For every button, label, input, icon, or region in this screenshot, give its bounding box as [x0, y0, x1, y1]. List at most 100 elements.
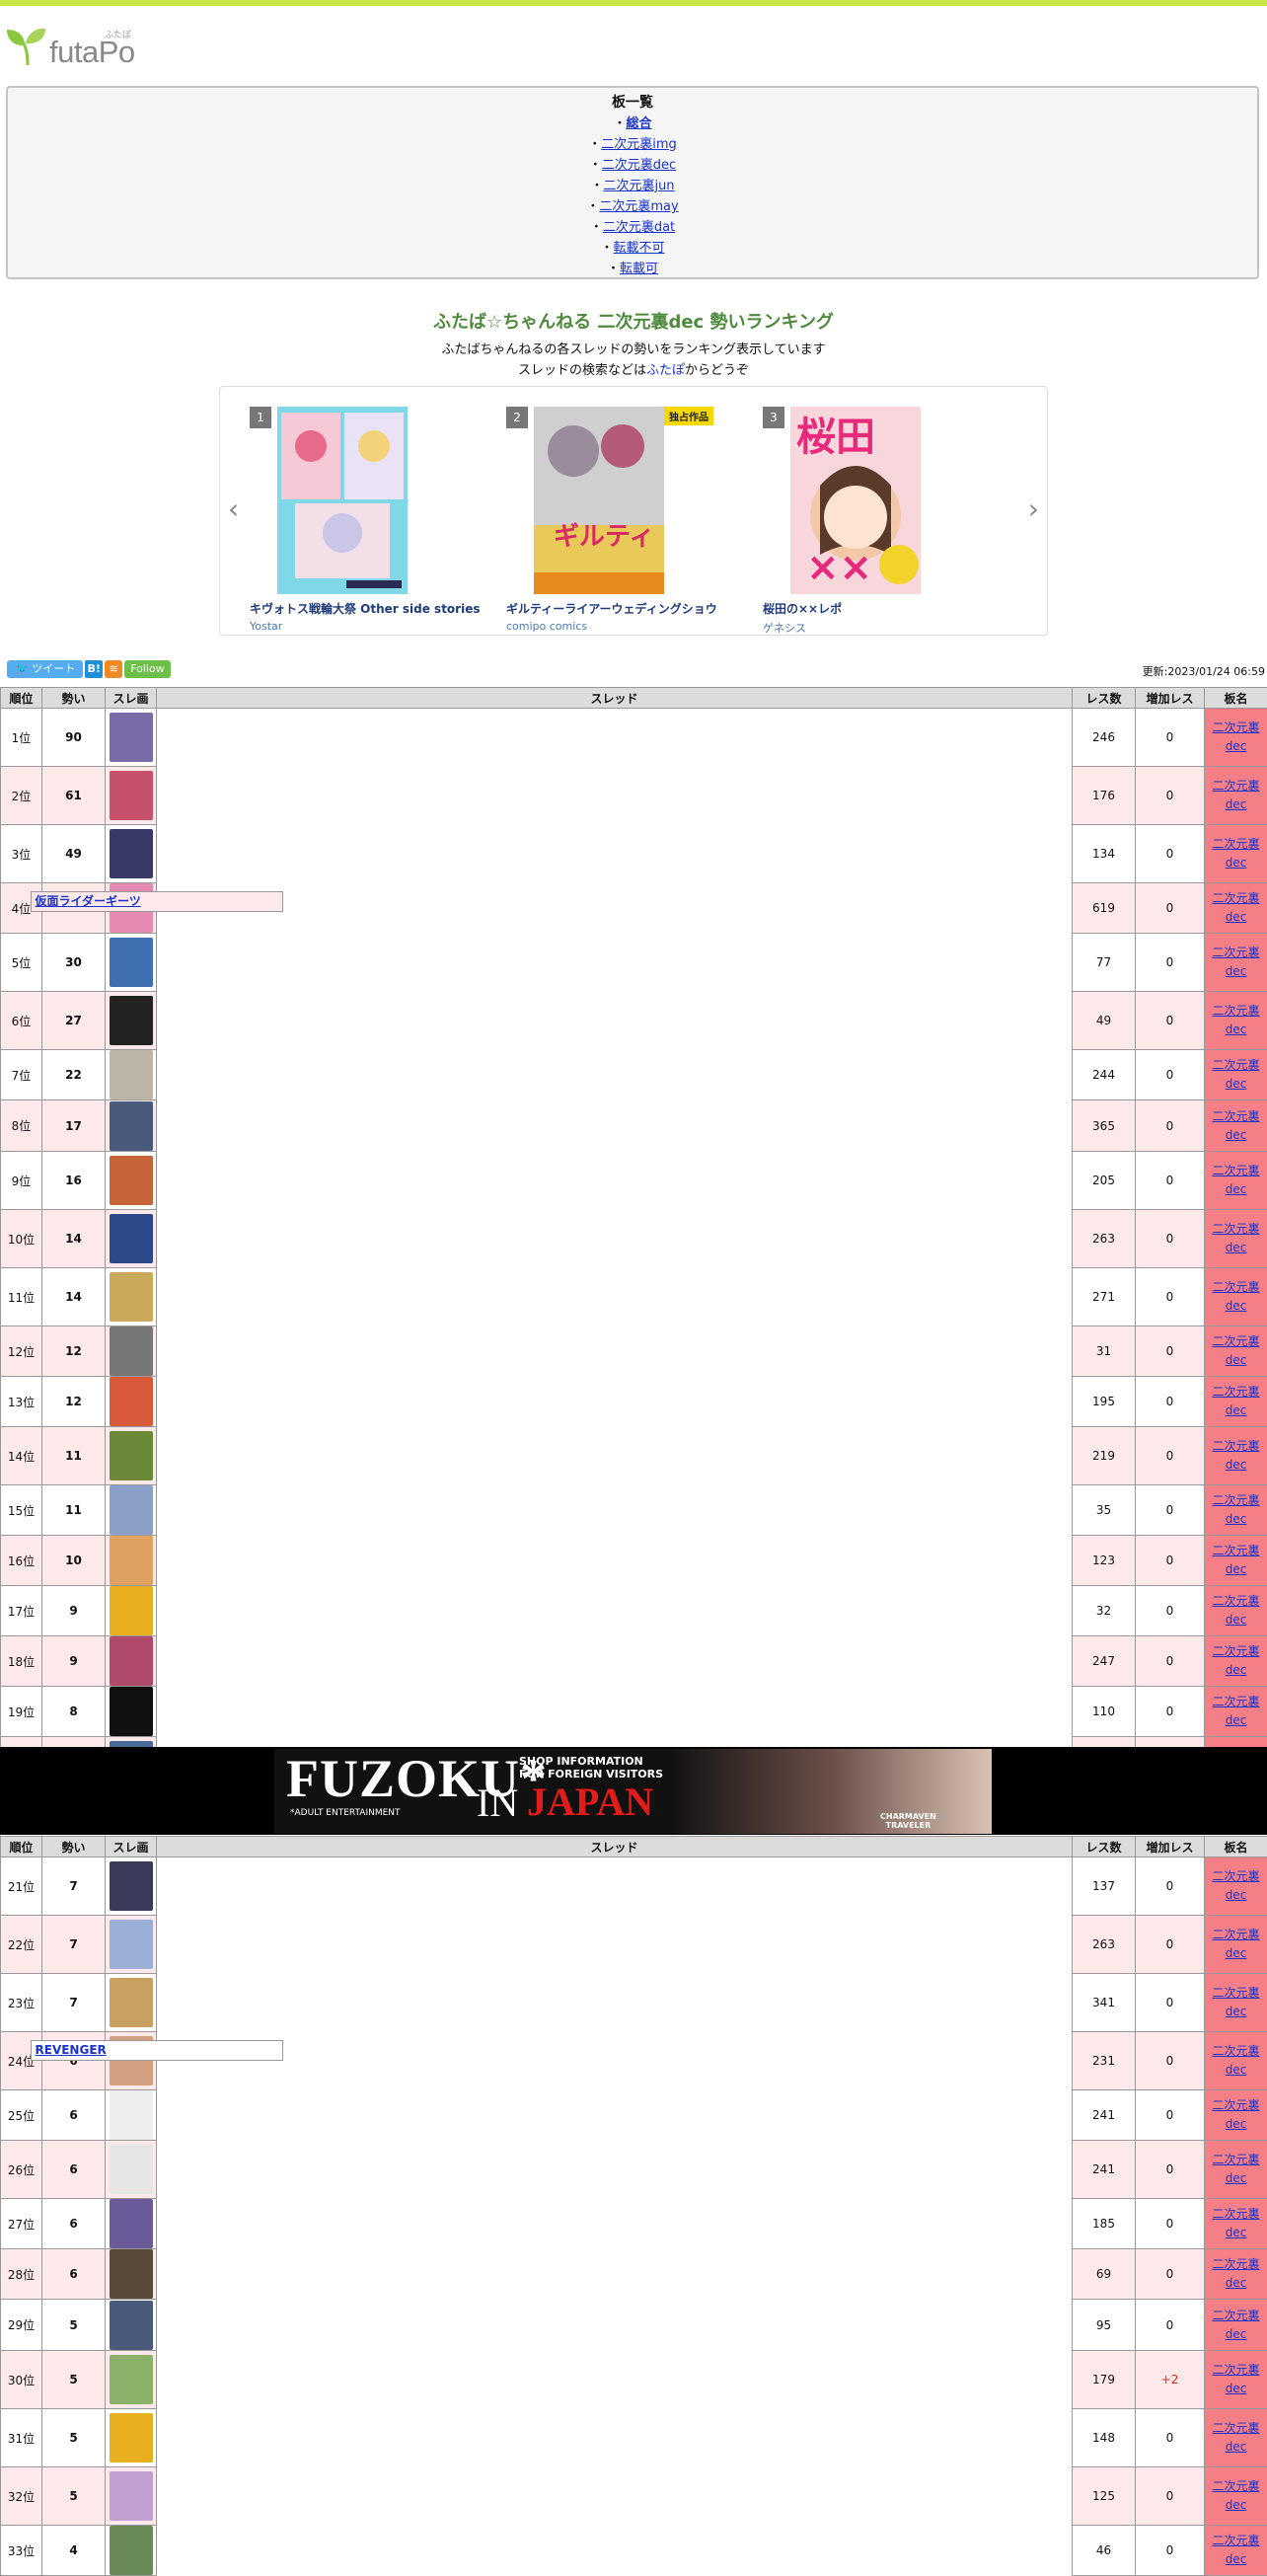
thread-thumbnail[interactable]: [110, 1050, 153, 1099]
board-name-link[interactable]: 二次元裏dec: [1212, 2098, 1259, 2131]
board-link-dat[interactable]: 二次元裏dat: [603, 220, 675, 235]
board-name-link[interactable]: 二次元裏dec: [1212, 2309, 1259, 2341]
ad-banner[interactable]: FUZOKU* SHOP INFORMATION FOR FOREIGN VIS…: [274, 1749, 992, 1834]
thread-thumbnail[interactable]: [110, 1636, 153, 1686]
board-name-link[interactable]: 二次元裏dec: [1212, 1695, 1259, 1727]
thread-thumbnail[interactable]: [110, 1156, 153, 1205]
board-cell: 二次元裏dec: [1205, 709, 1267, 767]
board-cell: 二次元裏dec: [1205, 1485, 1267, 1536]
board-name-link[interactable]: 二次元裏dec: [1212, 1385, 1259, 1417]
board-name-link[interactable]: 二次元裏dec: [1212, 1644, 1259, 1677]
thread-thumbnail[interactable]: [110, 1214, 153, 1263]
thread-thumbnail[interactable]: [110, 1861, 153, 1911]
thread-thumbnail[interactable]: [110, 1101, 153, 1151]
board-name-link[interactable]: 二次元裏dec: [1212, 2479, 1259, 2512]
board-name-link[interactable]: 二次元裏dec: [1212, 946, 1259, 978]
board-name-link[interactable]: 二次元裏dec: [1212, 1222, 1259, 1254]
board-name-link[interactable]: 二次元裏dec: [1212, 1334, 1259, 1367]
rss-icon[interactable]: ≋: [105, 660, 122, 678]
board-name-link[interactable]: 二次元裏dec: [1212, 1280, 1259, 1313]
thread-thumbnail[interactable]: [110, 2526, 153, 2575]
thread-thumbnail[interactable]: [110, 1586, 153, 1635]
feedly-follow-button[interactable]: Follow: [124, 660, 171, 678]
thread-thumbnail[interactable]: [110, 713, 153, 762]
board-name-link[interactable]: 二次元裏dec: [1212, 720, 1259, 753]
futapo-link[interactable]: ふたぽ: [646, 363, 685, 378]
board-name-link[interactable]: 二次元裏dec: [1212, 891, 1259, 924]
carousel-item-publisher: comipo comics: [506, 620, 587, 633]
board-name-link[interactable]: 二次元裏dec: [1212, 2421, 1259, 2454]
thread-thumbnail[interactable]: [110, 1485, 153, 1535]
carousel-next-icon[interactable]: ›: [1028, 495, 1039, 523]
thread-thumbnail[interactable]: [110, 1431, 153, 1480]
board-name-link[interactable]: 二次元裏dec: [1212, 837, 1259, 870]
thread-thumbnail[interactable]: [110, 771, 153, 820]
carousel-prev-icon[interactable]: ‹: [228, 495, 239, 523]
thread-thumbnail[interactable]: [110, 1326, 153, 1376]
col-ikioi[interactable]: 勢い: [42, 688, 106, 709]
thread-thumbnail[interactable]: [110, 996, 153, 1045]
board-name-link[interactable]: 二次元裏dec: [1212, 2363, 1259, 2395]
col-thread[interactable]: スレッド: [157, 1837, 1073, 1857]
board-name-link[interactable]: 二次元裏dec: [1212, 1986, 1259, 2018]
board-name-link[interactable]: 二次元裏dec: [1212, 2044, 1259, 2077]
board-link-may[interactable]: 二次元裏may: [599, 199, 678, 214]
thread-thumbnail[interactable]: [110, 2301, 153, 2350]
thread-thumbnail[interactable]: [110, 1978, 153, 2027]
tweet-button[interactable]: 🐦 ツイート: [7, 660, 83, 678]
board-link-jun[interactable]: 二次元裏jun: [603, 179, 674, 193]
board-link-img[interactable]: 二次元裏img: [601, 137, 677, 152]
board-name-link[interactable]: 二次元裏dec: [1212, 1109, 1259, 1142]
board-name-link[interactable]: 二次元裏dec: [1212, 1544, 1259, 1576]
board-name-link[interactable]: 二次元裏dec: [1212, 2257, 1259, 2290]
board-name-link[interactable]: 二次元裏dec: [1212, 1869, 1259, 1902]
increase-cell: 0: [1136, 1427, 1205, 1485]
col-rank[interactable]: 順位: [1, 1837, 42, 1857]
col-ikioi[interactable]: 勢い: [42, 1837, 106, 1857]
thumb-cell: [106, 2409, 157, 2467]
thread-thumbnail[interactable]: [110, 2090, 153, 2140]
board-name-link[interactable]: 二次元裏dec: [1212, 2153, 1259, 2185]
board-name-link[interactable]: 二次元裏dec: [1212, 1594, 1259, 1627]
col-inc[interactable]: 増加レス: [1136, 688, 1205, 709]
thread-thumbnail[interactable]: [110, 2413, 153, 2462]
board-cell: 二次元裏dec: [1205, 2300, 1267, 2351]
ikioi-cell: 5: [42, 2351, 106, 2409]
thread-thumbnail[interactable]: [110, 2355, 153, 2404]
board-link-repost-ok[interactable]: 転載可: [620, 262, 658, 276]
thread-thumbnail[interactable]: [110, 2249, 153, 2299]
board-name-link[interactable]: 二次元裏dec: [1212, 1439, 1259, 1472]
board-name-link[interactable]: 二次元裏dec: [1212, 2207, 1259, 2239]
board-name-link[interactable]: 二次元裏dec: [1212, 2534, 1259, 2566]
thread-thumbnail[interactable]: [110, 2145, 153, 2194]
thread-thumbnail[interactable]: [110, 2471, 153, 2521]
thread-link[interactable]: REVENGER: [36, 2043, 107, 2057]
board-link-dec[interactable]: 二次元裏dec: [602, 158, 676, 173]
thread-thumbnail[interactable]: [110, 938, 153, 987]
hatena-bookmark-button[interactable]: B!: [85, 660, 103, 678]
thread-thumbnail[interactable]: [110, 829, 153, 878]
thread-thumbnail[interactable]: [110, 1272, 153, 1322]
board-name-link[interactable]: 二次元裏dec: [1212, 779, 1259, 811]
board-link-sogo[interactable]: 総合: [627, 116, 652, 131]
res-count-cell: 95: [1073, 2300, 1136, 2351]
col-res[interactable]: レス数: [1073, 688, 1136, 709]
thumb-cell: [106, 1100, 157, 1152]
thumb-cell: [106, 2526, 157, 2576]
thread-thumbnail[interactable]: [110, 2199, 153, 2248]
board-link-no-repost[interactable]: 転載不可: [614, 241, 665, 256]
thread-thumbnail[interactable]: [110, 1687, 153, 1736]
board-name-link[interactable]: 二次元裏dec: [1212, 1928, 1259, 1960]
thread-thumbnail[interactable]: [110, 1536, 153, 1585]
col-thread[interactable]: スレッド: [157, 688, 1073, 709]
col-res[interactable]: レス数: [1073, 1837, 1136, 1857]
board-name-link[interactable]: 二次元裏dec: [1212, 1058, 1259, 1091]
col-inc[interactable]: 増加レス: [1136, 1837, 1205, 1857]
board-name-link[interactable]: 二次元裏dec: [1212, 1164, 1259, 1196]
thread-link[interactable]: 仮面ライダーギーツ: [36, 894, 141, 908]
board-name-link[interactable]: 二次元裏dec: [1212, 1493, 1259, 1526]
thread-thumbnail[interactable]: [110, 1920, 153, 1969]
col-rank[interactable]: 順位: [1, 688, 42, 709]
thread-thumbnail[interactable]: [110, 1377, 153, 1426]
board-name-link[interactable]: 二次元裏dec: [1212, 1004, 1259, 1036]
